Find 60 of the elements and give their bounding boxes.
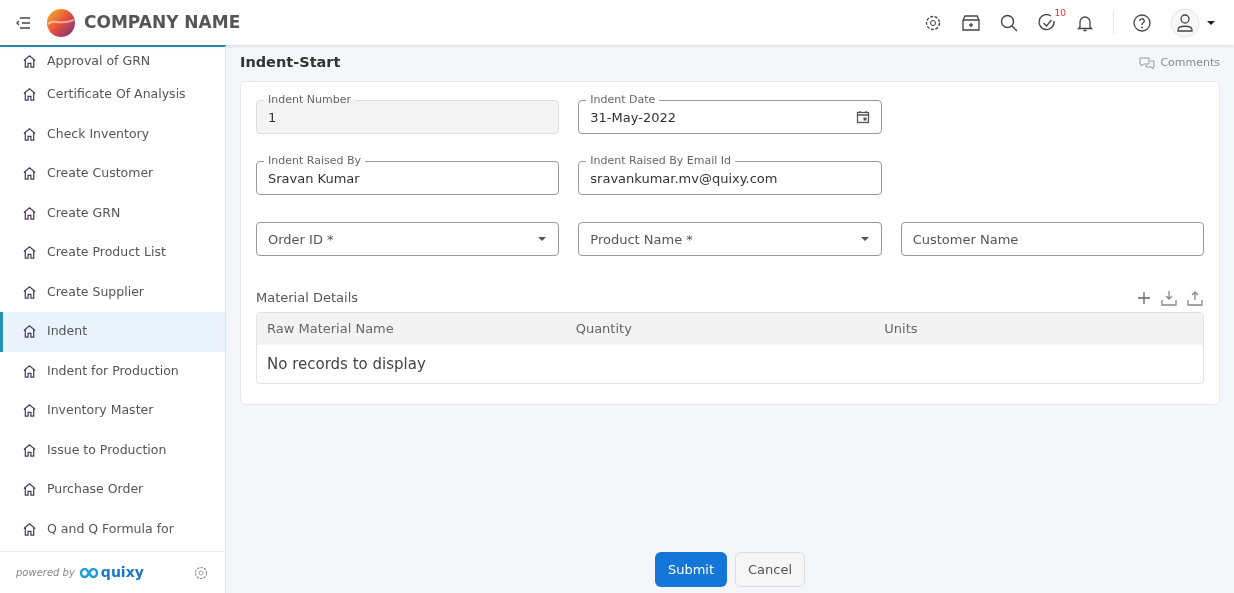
powered-by-text: powered by: [16, 566, 75, 580]
home-icon: [22, 53, 37, 69]
menu-icon[interactable]: [16, 16, 30, 29]
sidebar-item[interactable]: Indent: [0, 312, 225, 352]
task-count: 10: [1054, 6, 1066, 20]
sidebar-item[interactable]: Indent for Production: [0, 351, 225, 391]
user-avatar-icon[interactable]: [1170, 7, 1218, 38]
logo-icon: [46, 7, 76, 38]
home-icon: [22, 205, 37, 221]
dropdown-caret-icon: [537, 236, 548, 242]
sidebar-item[interactable]: Check Inventory: [0, 114, 225, 154]
quixy-brand: quixy: [100, 563, 144, 582]
calendar-icon[interactable]: [855, 110, 870, 124]
sidebar-item[interactable]: Create Customer: [0, 154, 225, 194]
dropdown-field[interactable]: Order ID *: [256, 222, 560, 256]
home-icon: [22, 166, 37, 182]
cancel-button[interactable]: Cancel: [735, 552, 805, 587]
sidebar-item[interactable]: Approval of GRN: [0, 47, 225, 75]
sidebar-item[interactable]: Q and Q Formula for: [0, 509, 225, 549]
field-label: Indent Number: [264, 93, 355, 106]
submit-button[interactable]: Submit: [655, 552, 727, 587]
dropdown-field[interactable]: Product Name *: [578, 222, 882, 256]
input-field[interactable]: Customer Name: [900, 222, 1204, 256]
home-icon: [22, 245, 37, 261]
sidebar-item[interactable]: Inventory Master: [0, 391, 225, 431]
home-icon: [22, 521, 37, 537]
upload-icon[interactable]: [1186, 289, 1204, 306]
column-header: Raw Material Name: [267, 319, 395, 338]
task-check-icon[interactable]: [1037, 12, 1057, 33]
home-icon: [22, 284, 37, 300]
dropdown-caret-icon: [859, 236, 870, 242]
field-label: Indent Raised By Email Id: [586, 154, 736, 167]
home-icon: [22, 442, 37, 458]
download-icon[interactable]: [1160, 289, 1178, 306]
search-icon[interactable]: [999, 12, 1019, 33]
field-label: Indent Raised By: [264, 154, 365, 167]
field-label: Indent Date: [586, 93, 660, 106]
empty-table-message: No records to display: [266, 353, 427, 375]
sidebar-item[interactable]: Create Product List: [0, 233, 225, 273]
sidebar-item[interactable]: Create GRN: [0, 193, 225, 233]
sidebar-item[interactable]: Create Supplier: [0, 272, 225, 312]
home-icon: [22, 363, 37, 379]
help-icon[interactable]: [1132, 12, 1152, 33]
quixy-logo-icon: [78, 566, 99, 579]
add-icon[interactable]: [1136, 289, 1152, 306]
sidebar-item[interactable]: Certificate Of Analysis: [0, 75, 225, 115]
sidebar-item[interactable]: Issue to Production: [0, 430, 225, 470]
home-icon: [22, 324, 37, 340]
column-header: Units: [884, 319, 919, 338]
page-title: Indent-Start: [240, 53, 341, 73]
home-icon: [22, 482, 37, 498]
sidebar-item[interactable]: Purchase Order: [0, 470, 225, 510]
company-name: COMPANY NAME: [84, 10, 241, 34]
home-icon: [22, 87, 37, 103]
column-header: Quantity: [575, 319, 633, 338]
store-icon[interactable]: [961, 12, 981, 33]
section-title: Material Details: [256, 289, 358, 307]
home-icon: [22, 403, 37, 419]
comments-icon: [1138, 56, 1157, 70]
home-icon: [22, 126, 37, 142]
